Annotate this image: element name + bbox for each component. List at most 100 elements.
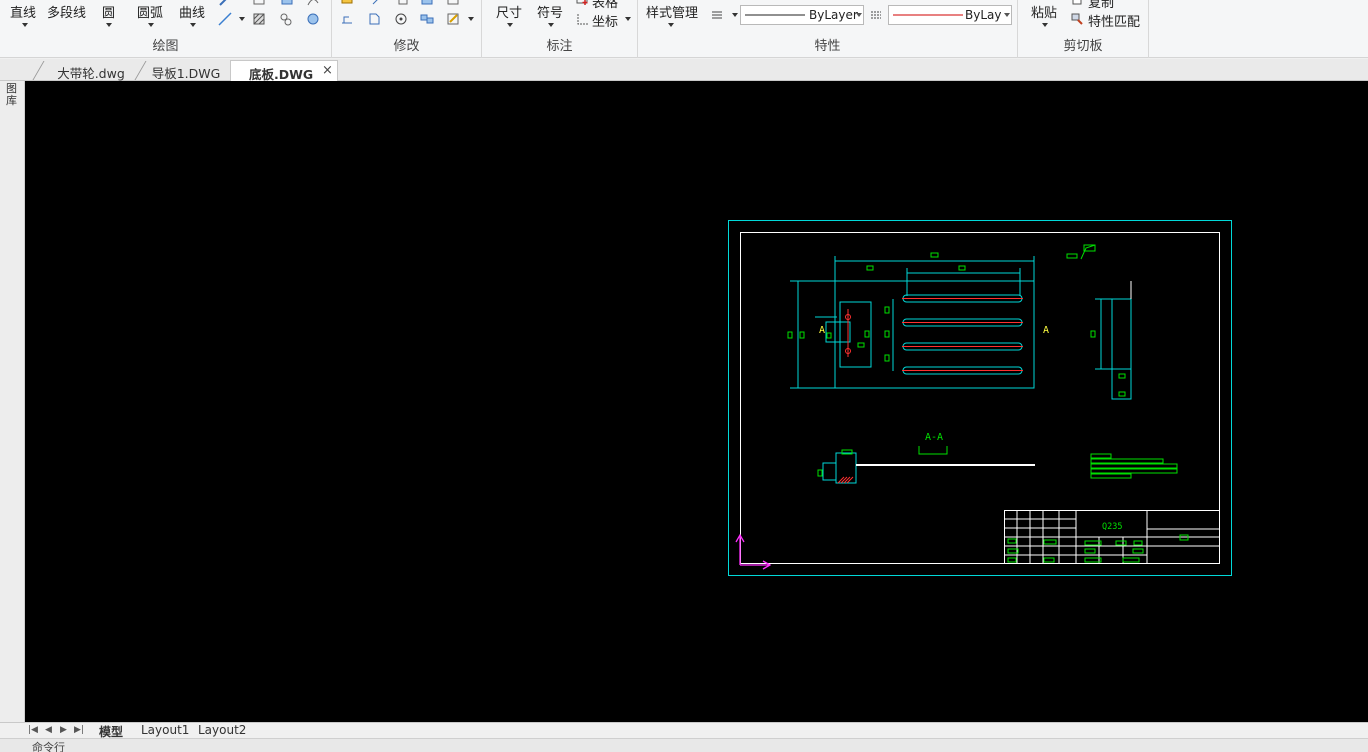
mirror-icon[interactable] xyxy=(420,0,434,7)
construction-line-icon[interactable] xyxy=(218,12,232,26)
color-dropdown[interactable]: ByLaye xyxy=(888,5,1012,25)
coordinate-dropdown-caret[interactable] xyxy=(625,17,631,21)
match-properties-icon[interactable] xyxy=(1070,12,1084,26)
prev-layout-icon[interactable]: ◀ xyxy=(45,725,52,735)
ribbon-group-annotate: 尺寸 符号 表格 坐标 标注 xyxy=(482,0,638,58)
title-block-text xyxy=(1132,548,1144,554)
construction-line-caret[interactable] xyxy=(239,17,245,21)
linetype-scale-icon[interactable] xyxy=(869,8,883,22)
line-tool-button[interactable]: 直线 xyxy=(10,2,36,21)
copy-button[interactable]: 复制 xyxy=(1088,0,1114,11)
style-manager-button[interactable]: 样式管理 xyxy=(646,2,698,21)
first-layout-icon[interactable]: |◀ xyxy=(28,725,38,735)
paste-dropdown-caret[interactable] xyxy=(1042,23,1048,27)
chevron-down-icon xyxy=(856,13,862,17)
curve-tool-button[interactable]: 曲线 xyxy=(179,2,205,21)
view-marker-right: A xyxy=(1043,325,1049,336)
dimension-button[interactable]: 尺寸 xyxy=(496,2,522,21)
layout-tab-layout1[interactable]: Layout1 xyxy=(141,723,189,739)
drawing-canvas[interactable]: A-A A A Q235 xyxy=(25,81,1368,722)
hatch-icon[interactable] xyxy=(252,12,266,26)
tab-document-1[interactable]: 大带轮.dwg xyxy=(46,60,136,81)
library-tab-label[interactable]: 图库 xyxy=(6,83,18,107)
dim-text xyxy=(884,354,890,362)
dim-text xyxy=(864,330,870,338)
arc-dropdown-caret[interactable] xyxy=(148,23,154,27)
circle-tool-button[interactable]: 圆 xyxy=(102,2,115,21)
style-manager-caret[interactable] xyxy=(668,23,674,27)
layout-tab-model[interactable]: 模型 xyxy=(99,723,123,739)
polygon-icon[interactable] xyxy=(280,0,294,7)
erase-icon[interactable] xyxy=(340,0,354,7)
modify-group-title: 修改 xyxy=(393,39,420,54)
table-icon[interactable] xyxy=(575,0,589,6)
match-properties-button[interactable]: 特性匹配 xyxy=(1088,11,1140,30)
lineweight-icon[interactable] xyxy=(710,8,724,22)
block-icon[interactable] xyxy=(279,12,293,26)
next-layout-icon[interactable]: ▶ xyxy=(60,725,67,735)
color-value: ByLaye xyxy=(965,8,1001,22)
section-label: A-A xyxy=(925,432,943,443)
dim-text xyxy=(787,331,793,339)
offset-icon[interactable] xyxy=(446,0,460,7)
ribbon-group-modify: 修改 xyxy=(332,0,482,58)
tab-separator xyxy=(32,61,45,80)
coordinate-button[interactable]: 坐标 xyxy=(592,11,618,30)
surface-finish-symbol xyxy=(1080,244,1096,260)
region-icon[interactable] xyxy=(306,12,320,26)
dim-text xyxy=(884,306,890,314)
ribbon-group-draw: 直线 多段线 圆 圆弧 曲线 绘图 xyxy=(0,0,332,58)
left-slot xyxy=(825,321,851,343)
symbol-dropdown-caret[interactable] xyxy=(548,23,554,27)
lineweight-caret[interactable] xyxy=(732,13,738,17)
command-line[interactable]: 命令行 xyxy=(0,738,1368,752)
ribbon-group-properties: 样式管理 ByLayer ByLaye 特性 xyxy=(638,0,1018,58)
circle-dropdown-caret[interactable] xyxy=(106,23,112,27)
tab-document-3[interactable]: 底板.DWG × xyxy=(230,60,338,82)
move-icon[interactable] xyxy=(370,0,384,7)
paste-button[interactable]: 粘贴 xyxy=(1031,2,1057,21)
copy-object-icon[interactable] xyxy=(396,0,410,7)
properties-group-title: 特性 xyxy=(814,39,841,54)
pencil-icon[interactable] xyxy=(218,0,232,7)
polyline-tool-button[interactable]: 多段线 xyxy=(47,2,86,21)
fillet-icon[interactable] xyxy=(340,12,354,26)
view-marker-left: A xyxy=(819,325,825,336)
rectangle-icon[interactable] xyxy=(252,0,266,7)
coordinate-icon[interactable] xyxy=(575,12,589,26)
dimension-dropdown-caret[interactable] xyxy=(507,23,513,27)
last-layout-icon[interactable]: ▶| xyxy=(74,725,84,735)
curve-dropdown-caret[interactable] xyxy=(190,23,196,27)
layout-tab-layout2[interactable]: Layout2 xyxy=(198,723,246,739)
rotate-icon[interactable] xyxy=(394,12,408,26)
array-icon[interactable] xyxy=(420,12,434,26)
spline-icon[interactable] xyxy=(306,0,320,7)
cad-geometry xyxy=(790,256,1132,484)
bom-bar xyxy=(1090,473,1132,479)
tab-document-1-label: 大带轮.dwg xyxy=(57,66,125,81)
bom-bar xyxy=(1090,468,1178,474)
title-block-text xyxy=(1084,548,1096,554)
title-block-text xyxy=(1115,540,1127,546)
edit-icon[interactable] xyxy=(446,12,460,26)
material-text: Q235 xyxy=(1102,522,1122,532)
dim-text xyxy=(817,469,823,477)
close-icon[interactable]: × xyxy=(322,63,333,78)
title-block-text xyxy=(1043,539,1057,545)
stretch-icon[interactable] xyxy=(367,12,381,26)
copy-icon[interactable] xyxy=(1070,0,1084,6)
arc-tool-button[interactable]: 圆弧 xyxy=(137,2,163,21)
command-line-label: 命令行 xyxy=(32,741,65,752)
table-button[interactable]: 表格 xyxy=(592,0,618,11)
symbol-button[interactable]: 符号 xyxy=(537,2,563,21)
dim-text xyxy=(1090,330,1096,338)
line-dropdown-caret[interactable] xyxy=(22,23,28,27)
dim-text xyxy=(958,265,966,271)
bom-bar xyxy=(1090,458,1164,464)
linetype-dropdown[interactable]: ByLayer xyxy=(740,5,864,25)
dim-text xyxy=(826,332,832,339)
tab-document-2[interactable]: 导板1.DWG xyxy=(146,60,226,81)
title-block-text xyxy=(1133,540,1143,546)
modify-more-caret[interactable] xyxy=(468,17,474,21)
layout-tab-bar: |◀ ◀ ▶ ▶| 模型 Layout1 Layout2 xyxy=(0,722,1368,739)
